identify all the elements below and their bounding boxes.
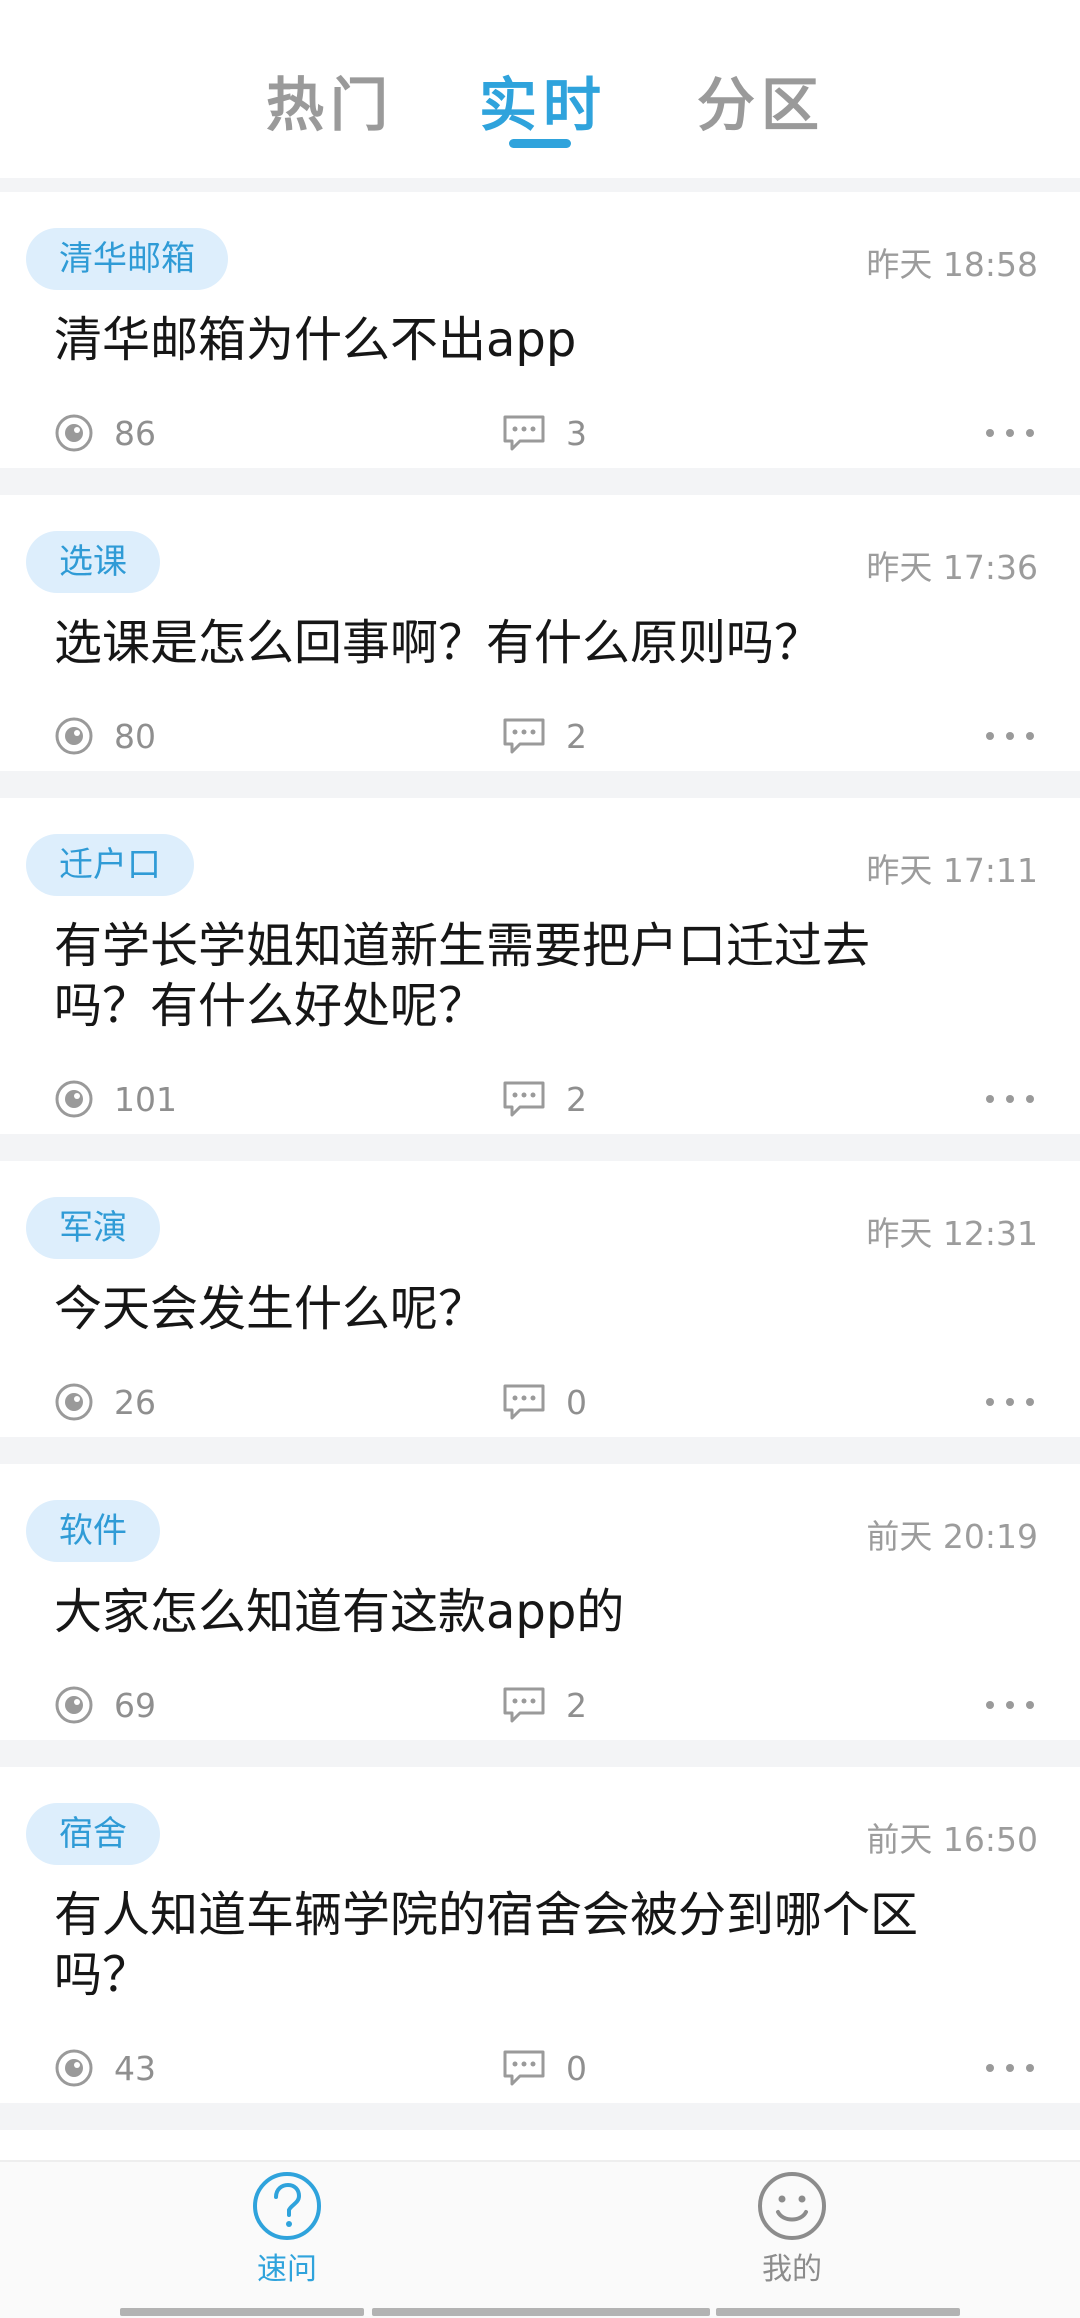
comment-count[interactable]: 2 xyxy=(502,1075,587,1123)
comment-count-value: 2 xyxy=(566,1685,587,1725)
post-title[interactable]: 有学长学姐知道新生需要把户口迁过去吗？有什么好处呢？ xyxy=(54,916,914,1036)
post-card[interactable]: 军演 昨天 12:31 今天会发生什么呢？ 26 0 xyxy=(0,1161,1080,1437)
nav-profile-label: 我的 xyxy=(762,2252,822,2287)
post-card[interactable]: 宿舍 前天 16:50 有人知道车辆学院的宿舍会被分到哪个区吗？ 43 0 xyxy=(0,1767,1080,2103)
view-count-value: 101 xyxy=(114,1079,177,1119)
question-circle-icon xyxy=(253,2172,321,2240)
more-options-icon[interactable] xyxy=(986,712,1034,760)
comment-count-value: 2 xyxy=(566,1079,587,1119)
home-indicator-segment xyxy=(120,2308,364,2316)
post-time: 昨天 17:11 xyxy=(866,851,1038,890)
more-options-icon[interactable] xyxy=(986,2044,1034,2092)
post-card[interactable]: 选课 昨天 17:36 选课是怎么回事啊？有什么原则吗？ 80 2 xyxy=(0,495,1080,771)
post-tag[interactable]: 软件 xyxy=(26,1500,160,1562)
nav-ask-label: 速问 xyxy=(257,2252,317,2287)
post-title[interactable]: 大家怎么知道有这款app的 xyxy=(54,1582,984,1642)
nav-profile[interactable]: 我的 xyxy=(682,2170,902,2310)
comment-count[interactable]: 0 xyxy=(502,1378,587,1426)
active-tab-indicator xyxy=(509,139,571,148)
post-time: 昨天 17:36 xyxy=(866,548,1038,587)
comment-icon xyxy=(503,2050,545,2086)
comment-icon xyxy=(503,415,545,451)
eye-icon xyxy=(55,717,93,755)
comment-icon xyxy=(503,1687,545,1723)
post-time: 前天 20:19 xyxy=(866,1517,1038,1556)
eye-icon xyxy=(55,414,93,452)
post-tag[interactable]: 军演 xyxy=(26,1197,160,1259)
tab-realtime[interactable]: 实时 xyxy=(479,58,607,139)
comment-count-value: 0 xyxy=(566,2048,587,2088)
post-title[interactable]: 今天会发生什么呢？ xyxy=(54,1279,984,1339)
tab-sections[interactable]: 分区 xyxy=(697,58,825,139)
comment-icon xyxy=(503,1384,545,1420)
post-tag[interactable]: 清华邮箱 xyxy=(26,228,228,290)
home-indicator-segment xyxy=(716,2308,960,2316)
view-count-value: 80 xyxy=(114,716,156,756)
post-time: 昨天 18:58 xyxy=(866,245,1038,284)
view-count: 86 xyxy=(54,409,156,457)
tab-hot[interactable]: 热门 xyxy=(266,58,394,139)
comment-icon xyxy=(503,718,545,754)
eye-icon xyxy=(55,1080,93,1118)
post-title[interactable]: 有人知道车辆学院的宿舍会被分到哪个区吗？ xyxy=(54,1885,974,2005)
comment-count[interactable]: 3 xyxy=(502,409,587,457)
post-title[interactable]: 清华邮箱为什么不出app xyxy=(54,310,984,370)
comment-count-value: 0 xyxy=(566,1382,587,1422)
post-card[interactable]: 清华邮箱 昨天 18:58 清华邮箱为什么不出app 86 3 xyxy=(0,192,1080,468)
view-count-value: 43 xyxy=(114,2048,156,2088)
bottom-navigation: 速问 我的 xyxy=(0,2160,1080,2318)
nav-ask[interactable]: 速问 xyxy=(177,2170,397,2310)
view-count-value: 26 xyxy=(114,1382,156,1422)
comment-icon xyxy=(503,1081,545,1117)
post-tag[interactable]: 选课 xyxy=(26,531,160,593)
comment-count[interactable]: 2 xyxy=(502,712,587,760)
eye-icon xyxy=(55,2049,93,2087)
smiley-face-icon xyxy=(758,2172,826,2240)
view-count: 26 xyxy=(54,1378,156,1426)
more-options-icon[interactable] xyxy=(986,1681,1034,1729)
more-options-icon[interactable] xyxy=(986,1075,1034,1123)
post-time: 昨天 12:31 xyxy=(866,1214,1038,1253)
post-title[interactable]: 选课是怎么回事啊？有什么原则吗？ xyxy=(54,613,984,673)
post-time: 前天 16:50 xyxy=(866,1820,1038,1859)
comment-count[interactable]: 2 xyxy=(502,1681,587,1729)
comment-count-value: 2 xyxy=(566,716,587,756)
view-count-value: 86 xyxy=(114,413,156,453)
view-count: 80 xyxy=(54,712,156,760)
top-tab-bar: 热门 实时 分区 xyxy=(0,0,1080,178)
view-count-value: 69 xyxy=(114,1685,156,1725)
view-count: 69 xyxy=(54,1681,156,1729)
post-tag[interactable]: 迁户口 xyxy=(26,834,194,896)
view-count: 43 xyxy=(54,2044,156,2092)
home-indicator-segment xyxy=(372,2308,710,2316)
view-count: 101 xyxy=(54,1075,177,1123)
post-card[interactable]: 软件 前天 20:19 大家怎么知道有这款app的 69 2 xyxy=(0,1464,1080,1740)
post-tag[interactable]: 宿舍 xyxy=(26,1803,160,1865)
eye-icon xyxy=(55,1383,93,1421)
eye-icon xyxy=(55,1686,93,1724)
more-options-icon[interactable] xyxy=(986,409,1034,457)
comment-count-value: 3 xyxy=(566,413,587,453)
more-options-icon[interactable] xyxy=(986,1378,1034,1426)
comment-count[interactable]: 0 xyxy=(502,2044,587,2092)
post-card[interactable]: 迁户口 昨天 17:11 有学长学姐知道新生需要把户口迁过去吗？有什么好处呢？ … xyxy=(0,798,1080,1134)
